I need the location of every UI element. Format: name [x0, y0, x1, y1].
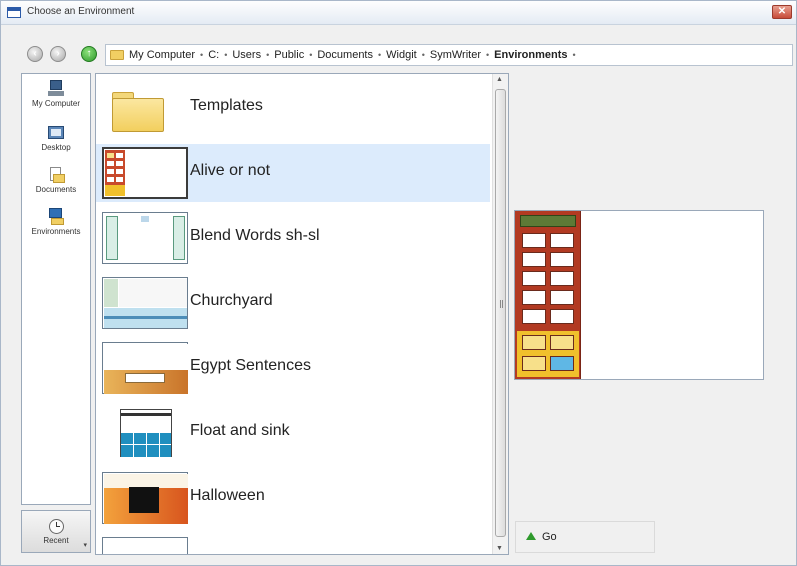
list-item-templates[interactable]: Templates [96, 79, 490, 137]
symbol-palette [515, 211, 581, 379]
folder-icon [110, 50, 124, 60]
environments-icon [47, 208, 65, 226]
place-label: My Computer [31, 99, 80, 108]
environment-thumbnail [102, 277, 188, 329]
crumb-separator[interactable]: • [573, 50, 576, 60]
title-bar: Choose an Environment ✕ [1, 1, 796, 25]
environment-thumbnail [102, 212, 188, 264]
preview-pane: Go [513, 73, 793, 555]
back-arrow-icon: ‹ [33, 48, 37, 59]
crumb-separator[interactable]: • [378, 50, 381, 60]
address-bar[interactable]: My Computer • C: • Users • Public • Documents • Wi… [105, 44, 793, 66]
scroll-up-icon[interactable]: ▲ [496, 76, 503, 83]
crumb-public[interactable]: Public [274, 49, 304, 61]
crumb-separator[interactable]: • [309, 50, 312, 60]
clock-icon [48, 519, 64, 534]
list-item-blend-words[interactable]: Blend Words sh-sl [96, 209, 490, 267]
list-item-partial[interactable] [96, 534, 490, 554]
forward-button[interactable]: › [50, 46, 66, 62]
place-desktop[interactable]: Desktop [22, 124, 90, 152]
place-my-computer[interactable]: My Computer [22, 80, 90, 108]
crumb-documents[interactable]: Documents [317, 49, 373, 61]
crumb-c-drive[interactable]: C: [208, 49, 219, 61]
window-icon [7, 7, 21, 18]
list-item-float-and-sink[interactable]: Float and sink [96, 404, 490, 462]
window-title: Choose an Environment [27, 6, 135, 17]
item-name: Blend Words sh-sl [190, 227, 320, 244]
file-list: Templates Alive or not Blend Words sh-sl… [95, 73, 509, 555]
place-label: Desktop [41, 143, 71, 152]
place-environments[interactable]: Environments [22, 208, 90, 236]
crumb-widgit[interactable]: Widgit [386, 49, 417, 61]
environment-thumbnail [102, 537, 188, 554]
crumb-my-computer[interactable]: My Computer [129, 49, 195, 61]
vertical-scrollbar[interactable]: ▲ ▼ [492, 74, 508, 554]
environment-thumbnail [102, 472, 188, 524]
recent-label: Recent [43, 536, 69, 545]
recent-button[interactable]: Recent ▾ [21, 510, 91, 553]
place-label: Environments [31, 227, 81, 236]
up-arrow-icon: ↑ [86, 48, 92, 59]
choose-environment-dialog: Choose an Environment ✕ ‹ › ↑ My Compute… [0, 0, 797, 566]
back-button[interactable]: ‹ [27, 46, 43, 62]
crumb-environments[interactable]: Environments [494, 49, 567, 61]
environment-thumbnail [102, 407, 188, 459]
go-arrow-icon [526, 532, 536, 540]
crumb-separator[interactable]: • [224, 50, 227, 60]
environment-preview [514, 210, 764, 380]
crumb-separator[interactable]: • [266, 50, 269, 60]
places-bar: My Computer Desktop Documents Environmen… [21, 73, 91, 505]
crumb-separator[interactable]: • [200, 50, 203, 60]
computer-icon [47, 80, 65, 98]
close-button[interactable]: ✕ [772, 5, 792, 19]
navigation-bar: ‹ › ↑ My Computer • C: • Users • Public • Docume… [1, 41, 796, 69]
breadcrumb: My Computer • C: • Users • Public • Documents • Wi… [129, 49, 581, 61]
list-item-alive-or-not[interactable]: Alive or not [96, 144, 490, 202]
forward-arrow-icon: › [56, 48, 60, 59]
crumb-users[interactable]: Users [232, 49, 261, 61]
environment-thumbnail [102, 342, 188, 394]
list-item-halloween[interactable]: Halloween [96, 469, 490, 527]
scrollbar-thumb[interactable] [495, 89, 506, 537]
scroll-down-icon[interactable]: ▼ [496, 545, 503, 552]
documents-icon [47, 166, 65, 184]
place-label: Documents [35, 185, 77, 194]
dropdown-caret-icon: ▾ [83, 542, 87, 549]
item-name: Templates [190, 97, 263, 114]
go-label: Go [542, 531, 557, 543]
item-name: Churchyard [190, 292, 273, 309]
item-name: Egypt Sentences [190, 357, 311, 374]
list-item-churchyard[interactable]: Churchyard [96, 274, 490, 332]
crumb-separator[interactable]: • [486, 50, 489, 60]
item-name: Halloween [190, 487, 265, 504]
up-folder-button[interactable]: ↑ [81, 46, 97, 62]
crumb-symwriter[interactable]: SymWriter [430, 49, 481, 61]
crumb-separator[interactable]: • [422, 50, 425, 60]
item-name: Float and sink [190, 422, 290, 439]
environment-thumbnail [102, 147, 188, 199]
item-name: Alive or not [190, 162, 271, 179]
folder-icon [102, 82, 188, 134]
place-documents[interactable]: Documents [22, 166, 90, 194]
desktop-icon [47, 124, 65, 142]
go-button[interactable]: Go [515, 521, 655, 553]
list-item-egypt-sentences[interactable]: Egypt Sentences [96, 339, 490, 397]
